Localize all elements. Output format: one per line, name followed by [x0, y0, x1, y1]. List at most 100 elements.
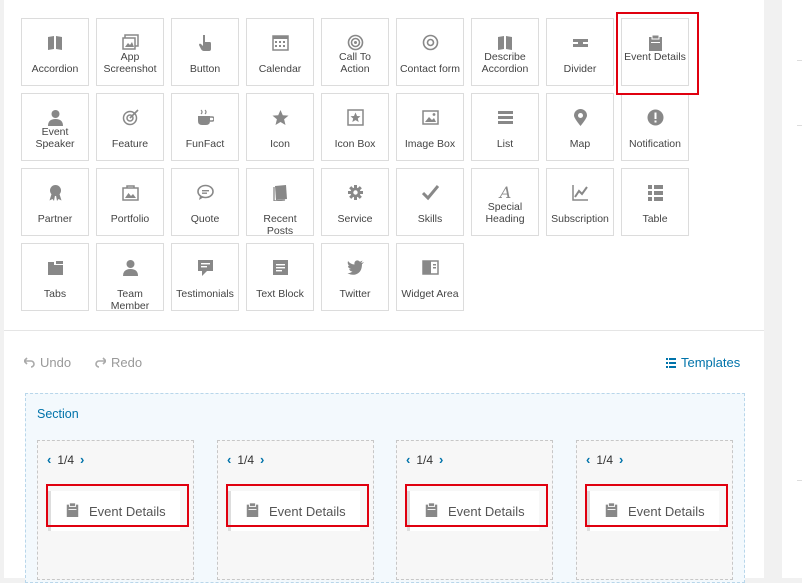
- map-marker-icon: [547, 108, 613, 126]
- widget-label: Team Member: [110, 288, 150, 312]
- widget-label: Notification: [629, 138, 681, 150]
- widget-tile-feature[interactable]: Feature: [96, 93, 164, 161]
- undo-label: Undo: [40, 355, 72, 370]
- column-3[interactable]: ‹ 1/4 › Event Details: [396, 440, 553, 580]
- widget-label: Image Box: [404, 138, 456, 150]
- column-size-control[interactable]: ‹ 1/4 ›: [227, 452, 264, 467]
- star-icon: [247, 108, 313, 126]
- folder-icon: [22, 258, 88, 276]
- widget-tile-funfact[interactable]: FunFact: [171, 93, 239, 161]
- column-size: 1/4: [416, 452, 434, 467]
- bullseye-icon: [97, 108, 163, 126]
- widget-tile-calendar[interactable]: Calendar: [246, 18, 314, 86]
- widget-label: Divider: [563, 63, 597, 75]
- widget-label: Partner: [37, 213, 73, 225]
- widget-tile-list[interactable]: List: [471, 93, 539, 161]
- widget-tile-team-member[interactable]: Team Member: [96, 243, 164, 312]
- widget-label: Text Block: [256, 288, 304, 300]
- widget-tile-twitter[interactable]: Twitter: [321, 243, 389, 311]
- widget-tile-image-box[interactable]: Image Box: [396, 93, 464, 161]
- widget-tile-recent-posts[interactable]: Recent Posts: [246, 168, 314, 237]
- widget-tile-tabs[interactable]: Tabs: [21, 243, 89, 311]
- widget-tile-event-speaker[interactable]: Event Speaker: [21, 93, 89, 161]
- column-4[interactable]: ‹ 1/4 › Event Details: [576, 440, 733, 580]
- page-builder-panel: Accordion App Screenshot Button Calendar Cal…: [4, 0, 764, 583]
- chevron-left-icon[interactable]: ‹: [227, 452, 231, 467]
- widget-tile-subscription[interactable]: Subscription: [546, 168, 614, 236]
- chevron-right-icon[interactable]: ›: [439, 452, 443, 467]
- widget-label: Contact form: [399, 63, 461, 75]
- templates-button[interactable]: Templates: [666, 355, 740, 370]
- user-icon: [22, 108, 88, 126]
- column-2[interactable]: ‹ 1/4 › Event Details: [217, 440, 374, 580]
- section-label: Section: [37, 407, 79, 421]
- widget-tile-text-block[interactable]: Text Block: [246, 243, 314, 311]
- widget-tile-special-heading[interactable]: A Special Heading: [471, 168, 539, 236]
- svg-text:A: A: [497, 184, 511, 201]
- widget-label: Recent Posts: [263, 213, 297, 237]
- exclamation-icon: [622, 108, 688, 126]
- widget-label: Map: [569, 138, 591, 150]
- widget-label: App Screenshot: [103, 51, 157, 75]
- widget-tile-partner[interactable]: Partner: [21, 168, 89, 236]
- element-highlight: [46, 484, 189, 527]
- widget-tile-skills[interactable]: Skills: [396, 168, 464, 236]
- widget-tile-quote[interactable]: Quote: [171, 168, 239, 236]
- widget-tile-icon-box[interactable]: Icon Box: [321, 93, 389, 161]
- widget-tile-table[interactable]: Table: [621, 168, 689, 236]
- column-size: 1/4: [237, 452, 255, 467]
- gear-icon: [322, 183, 388, 201]
- widget-tile-notification[interactable]: Notification: [621, 93, 689, 161]
- chevron-left-icon[interactable]: ‹: [406, 452, 410, 467]
- comment-icon: [172, 258, 238, 276]
- book-icon: [22, 33, 88, 51]
- target-icon: [322, 33, 388, 51]
- widget-tile-divider[interactable]: Divider: [546, 18, 614, 86]
- widget-tile-testimonials[interactable]: Testimonials: [171, 243, 239, 311]
- chevron-left-icon[interactable]: ‹: [586, 452, 590, 467]
- chevron-right-icon[interactable]: ›: [619, 452, 623, 467]
- column-size-control[interactable]: ‹ 1/4 ›: [406, 452, 443, 467]
- widget-label: Special Heading: [485, 201, 525, 225]
- widget-tile-service[interactable]: Service: [321, 168, 389, 236]
- widget-tile-contact-form[interactable]: Contact form: [396, 18, 464, 86]
- chevron-right-icon[interactable]: ›: [80, 452, 84, 467]
- widget-tile-icon[interactable]: Icon: [246, 93, 314, 161]
- speech-bubble-icon: [172, 183, 238, 201]
- undo-icon: [24, 357, 35, 368]
- widget-tile-map[interactable]: Map: [546, 93, 614, 161]
- element-highlight: [226, 484, 369, 527]
- section-block[interactable]: Section ‹ 1/4 › Event Details ‹ 1/4 › Ev…: [25, 393, 745, 583]
- redo-label: Redo: [111, 355, 143, 370]
- notebook-icon: [247, 183, 313, 201]
- column-size: 1/4: [57, 452, 75, 467]
- widget-tile-describe-accordion[interactable]: Describe Accordion: [471, 18, 539, 86]
- column-size-control[interactable]: ‹ 1/4 ›: [47, 452, 84, 467]
- widget-tile-portfolio[interactable]: Portfolio: [96, 168, 164, 236]
- widget-tile-accordion[interactable]: Accordion: [21, 18, 89, 86]
- widget-label: Service: [337, 213, 373, 225]
- redo-button[interactable]: Redo: [95, 355, 142, 370]
- chevron-left-icon[interactable]: ‹: [47, 452, 51, 467]
- column-size-control[interactable]: ‹ 1/4 ›: [586, 452, 623, 467]
- undo-button[interactable]: Undo: [24, 355, 71, 370]
- widget-tile-widget-area[interactable]: Widget Area: [396, 243, 464, 311]
- widget-label: Testimonials: [176, 288, 234, 300]
- redo-icon: [95, 357, 106, 368]
- widget-label: List: [496, 138, 514, 150]
- widget-label: Event Speaker: [35, 126, 75, 150]
- image-icon: [397, 108, 463, 126]
- images-icon: [97, 33, 163, 51]
- chevron-right-icon[interactable]: ›: [260, 452, 264, 467]
- text-block-icon: [247, 258, 313, 276]
- widget-label: Portfolio: [110, 213, 150, 225]
- at-icon: [397, 33, 463, 51]
- templates-icon: [666, 357, 676, 368]
- hand-pointer-icon: [172, 33, 238, 51]
- widget-tile-call-to-action[interactable]: Call To Action: [321, 18, 389, 86]
- widget-tile-app-screenshot[interactable]: App Screenshot: [96, 18, 164, 86]
- portfolio-icon: [97, 183, 163, 201]
- widget-tile-button[interactable]: Button: [171, 18, 239, 86]
- column-1[interactable]: ‹ 1/4 › Event Details: [37, 440, 194, 580]
- widget-label: Quote: [190, 213, 220, 225]
